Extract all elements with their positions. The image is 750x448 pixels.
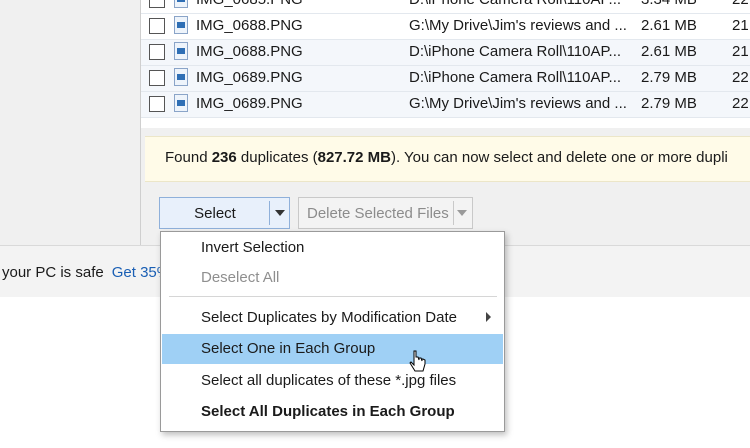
summary-prefix: Found bbox=[165, 149, 212, 166]
file-size: 2.61 MB bbox=[641, 43, 697, 60]
chevron-right-icon bbox=[486, 312, 491, 322]
menu-item-label: Select All Duplicates in Each Group bbox=[201, 403, 455, 420]
table-row[interactable]: IMG_0688.PNG D:\iPhone Camera Roll\110AP… bbox=[141, 40, 750, 66]
select-dropdown-menu: Invert Selection Deselect All Select Dup… bbox=[160, 231, 505, 432]
file-date: 22 bbox=[732, 95, 749, 112]
file-date: 22 bbox=[732, 0, 750, 8]
image-file-icon bbox=[174, 68, 188, 86]
image-file-icon bbox=[174, 94, 188, 112]
summary-mid: duplicates ( bbox=[236, 149, 318, 166]
table-row[interactable]: IMG_0688.PNG G:\My Drive\Jim's reviews a… bbox=[141, 14, 750, 40]
status-message: your PC is safe bbox=[2, 264, 104, 281]
row-checkbox[interactable] bbox=[149, 44, 165, 60]
duplicates-size: 827.72 MB bbox=[317, 149, 391, 166]
file-path: G:\My Drive\Jim's reviews and ... bbox=[409, 17, 627, 34]
table-row[interactable]: IMG_0689.PNG D:\iPhone Camera Roll\110AP… bbox=[141, 66, 750, 92]
menu-separator bbox=[169, 296, 497, 297]
mouse-cursor-icon bbox=[409, 350, 426, 372]
file-name: IMG_0685.PNG bbox=[196, 0, 396, 8]
file-name: IMG_0689.PNG bbox=[196, 95, 303, 112]
split-divider bbox=[453, 201, 454, 225]
menu-item-label: Select Duplicates by Modification Date bbox=[201, 309, 457, 326]
file-path: D:\iPhone Camera Roll\110AP... bbox=[409, 69, 622, 86]
file-size: 2.61 MB bbox=[641, 17, 697, 34]
file-size: 2.79 MB bbox=[641, 95, 697, 112]
table-row[interactable]: IMG_0685.PNG D:\iPhone Camera Roll\110AP… bbox=[141, 0, 750, 14]
delete-selected-files-button[interactable]: Delete Selected Files bbox=[298, 197, 473, 229]
row-checkbox[interactable] bbox=[149, 0, 165, 8]
file-path: G:\My Drive\Jim's reviews and ... bbox=[409, 95, 627, 112]
file-size: 2.79 MB bbox=[641, 69, 697, 86]
file-path: D:\iPhone Camera Roll\110AP... bbox=[409, 0, 631, 8]
menu-item-select-all-duplicates[interactable]: Select All Duplicates in Each Group bbox=[162, 397, 503, 427]
row-checkbox[interactable] bbox=[149, 96, 165, 112]
app-window: IMG_0685.PNG D:\iPhone Camera Roll\110AP… bbox=[0, 0, 750, 245]
file-name: IMG_0688.PNG bbox=[196, 43, 303, 60]
menu-item-select-by-modification-date[interactable]: Select Duplicates by Modification Date bbox=[162, 303, 503, 333]
table-row[interactable]: IMG_0689.PNG G:\My Drive\Jim's reviews a… bbox=[141, 92, 750, 118]
duplicates-summary: Found 236 duplicates (827.72 MB). You ca… bbox=[165, 149, 728, 166]
menu-item-label: Invert Selection bbox=[201, 239, 305, 256]
select-split-button[interactable]: Select bbox=[159, 197, 290, 229]
file-size: 3.34 MB bbox=[641, 0, 721, 8]
file-date: 21 bbox=[732, 17, 749, 34]
file-date: 22 bbox=[732, 69, 749, 86]
file-name: IMG_0688.PNG bbox=[196, 17, 303, 34]
menu-item-deselect-all[interactable]: Deselect All bbox=[162, 263, 503, 293]
duplicates-table: IMG_0685.PNG D:\iPhone Camera Roll\110AP… bbox=[141, 0, 750, 128]
row-checkbox[interactable] bbox=[149, 18, 165, 34]
menu-item-invert-selection[interactable]: Invert Selection bbox=[162, 233, 503, 263]
image-file-icon bbox=[174, 16, 188, 34]
file-path: D:\iPhone Camera Roll\110AP... bbox=[409, 43, 622, 60]
row-checkbox[interactable] bbox=[149, 70, 165, 86]
split-divider bbox=[269, 201, 270, 225]
menu-item-select-one-in-each-group[interactable]: Select One in Each Group bbox=[162, 334, 503, 364]
menu-item-label: Select One in Each Group bbox=[201, 340, 376, 357]
summary-suffix: ). You can now select and delete one or … bbox=[390, 149, 728, 166]
image-file-icon bbox=[174, 0, 188, 8]
chevron-down-icon[interactable] bbox=[457, 210, 467, 216]
duplicates-count: 236 bbox=[211, 149, 237, 166]
select-button-label: Select bbox=[194, 205, 236, 222]
menu-item-label: Deselect All bbox=[201, 269, 280, 286]
info-bar: Found 236 duplicates (827.72 MB). You ca… bbox=[145, 136, 750, 182]
chevron-down-icon[interactable] bbox=[275, 210, 285, 216]
image-file-icon bbox=[174, 42, 188, 60]
file-date: 21 bbox=[732, 43, 749, 60]
file-name: IMG_0689.PNG bbox=[196, 69, 303, 86]
menu-item-select-jpg-duplicates[interactable]: Select all duplicates of these *.jpg fil… bbox=[162, 366, 503, 396]
delete-button-label: Delete Selected Files bbox=[307, 205, 449, 222]
